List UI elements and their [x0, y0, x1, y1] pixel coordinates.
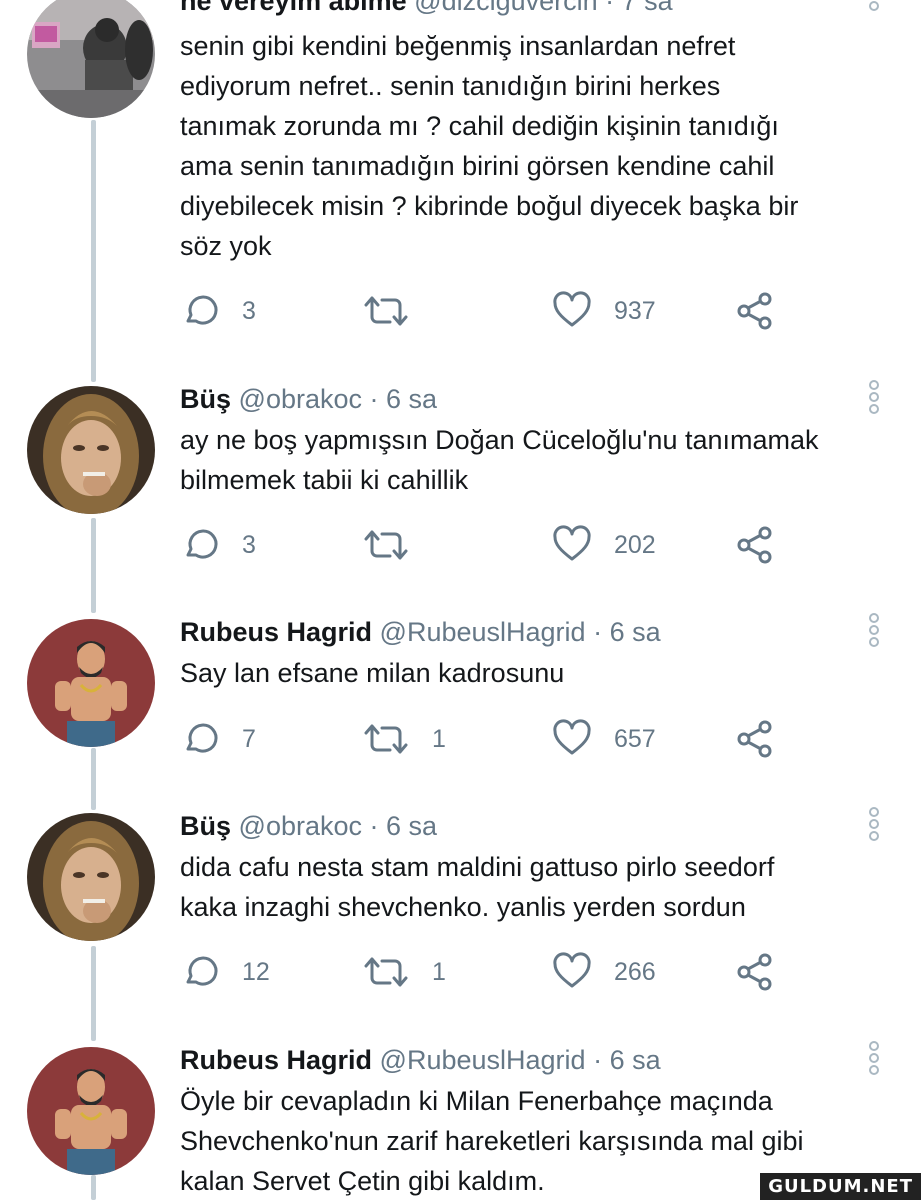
avatar[interactable] — [27, 619, 155, 747]
user-name[interactable]: Rubeus Hagrid — [180, 1045, 372, 1075]
tweet-text-line: diyebilecek misin ? kibrinde boğul diyec… — [180, 191, 799, 221]
reply-button[interactable]: 7 — [180, 715, 256, 763]
avatar[interactable] — [27, 386, 155, 514]
more-options-icon[interactable] — [864, 378, 884, 422]
like-button[interactable]: 202 — [552, 521, 656, 569]
retweet-count: 1 — [432, 724, 446, 753]
more-options-icon[interactable] — [864, 805, 884, 849]
thread-line — [91, 120, 96, 382]
thread-line — [91, 518, 96, 613]
share-button[interactable] — [735, 715, 775, 763]
tweet-actions: 3 937 — [180, 287, 800, 335]
share-button[interactable] — [735, 287, 775, 335]
tweet-text-line: kaka inzaghi shevchenko. yanlis yerden s… — [180, 892, 746, 922]
like-button[interactable]: 937 — [552, 287, 656, 335]
tweet-actions: 7 1 657 — [180, 715, 800, 763]
tweet-text: dida cafu nesta stam maldini gattuso pir… — [180, 847, 895, 927]
watermark-logo: GULDUM.NET — [760, 1173, 921, 1200]
tweet-text-line: tanımak zorunda mı ? cahil dediğin kişin… — [180, 111, 779, 141]
tweet-text-line: bilmemek tabii ki cahillik — [180, 465, 469, 495]
retweet-icon — [364, 530, 408, 560]
retweet-icon — [364, 296, 408, 326]
like-button[interactable]: 657 — [552, 715, 656, 763]
tweet-header: Büş @obrakoc · 6 sa — [180, 809, 437, 843]
share-button[interactable] — [735, 521, 775, 569]
tweet-text-line: ama senin tanımadığın birini görsen kend… — [180, 151, 775, 181]
tweet-actions: 12 1 266 — [180, 948, 800, 996]
tweet-text: senin gibi kendini beğenmiş insanlardan … — [180, 26, 895, 266]
reply-icon — [186, 529, 218, 559]
tweet-text-line: dida cafu nesta stam maldini gattuso pir… — [180, 852, 775, 882]
reply-button[interactable]: 3 — [180, 521, 256, 569]
avatar[interactable] — [27, 0, 155, 118]
reply-icon — [186, 723, 218, 753]
retweet-button[interactable]: 1 — [362, 948, 446, 996]
retweet-button[interactable]: 1 — [362, 715, 446, 763]
tweet-text-line: senin gibi kendini beğenmiş insanlardan … — [180, 31, 736, 61]
tweet-header: Rubeus Hagrid @RubeuslHagrid · 6 sa — [180, 615, 661, 649]
tweet-text-line: ay ne boş yapmışsın Doğan Cüceloğlu'nu t… — [180, 425, 819, 455]
user-handle[interactable]: @dizciguvercin — [414, 0, 597, 16]
avatar[interactable] — [27, 1047, 155, 1175]
reply-button[interactable]: 12 — [180, 948, 270, 996]
reply-icon — [186, 295, 218, 325]
thread-line — [91, 1175, 96, 1200]
share-icon — [737, 953, 772, 991]
like-count: 202 — [614, 530, 656, 559]
heart-icon — [553, 291, 591, 327]
tweet-text: ay ne boş yapmışsın Doğan Cüceloğlu'nu t… — [180, 420, 895, 500]
user-name[interactable]: Büş — [180, 384, 231, 414]
like-count: 266 — [614, 957, 656, 986]
share-icon — [737, 526, 772, 564]
timestamp[interactable]: · 6 sa — [370, 811, 438, 841]
reply-count: 7 — [242, 724, 256, 753]
tweet-text: Say lan efsane milan kadrosunu — [180, 653, 895, 693]
like-count: 937 — [614, 296, 656, 325]
user-handle[interactable]: @RubeuslHagrid — [380, 1045, 586, 1075]
reply-count: 3 — [242, 530, 256, 559]
share-icon — [737, 720, 772, 758]
retweet-button[interactable] — [362, 287, 432, 335]
retweet-icon — [364, 724, 408, 754]
heart-icon — [553, 719, 591, 755]
tweet-text-line: söz yok — [180, 231, 272, 261]
timestamp[interactable]: · 6 sa — [593, 617, 661, 647]
tweet-text-line: Öyle bir cevapladın ki Milan Fenerbahçe … — [180, 1086, 773, 1116]
timestamp[interactable]: · 7 sa — [605, 0, 673, 16]
user-name[interactable]: ne vereyim abime — [180, 0, 407, 16]
retweet-button[interactable] — [362, 521, 432, 569]
share-icon — [737, 292, 772, 330]
user-handle[interactable]: @obrakoc — [239, 811, 362, 841]
share-button[interactable] — [735, 948, 775, 996]
tweet-header: Büş @obrakoc · 6 sa — [180, 382, 437, 416]
more-options-icon[interactable] — [864, 1039, 884, 1083]
user-handle[interactable]: @RubeuslHagrid — [380, 617, 586, 647]
like-button[interactable]: 266 — [552, 948, 656, 996]
tweet-text-line: Say lan efsane milan kadrosunu — [180, 658, 565, 688]
heart-icon — [553, 525, 591, 561]
tweet-header: Rubeus Hagrid @RubeuslHagrid · 6 sa — [180, 1043, 661, 1077]
timestamp[interactable]: · 6 sa — [593, 1045, 661, 1075]
reply-icon — [186, 956, 218, 986]
tweet-header: ne vereyim abime @dizciguvercin · 7 sa — [180, 0, 673, 18]
tweet-text-line: ediyorum nefret.. senin tanıdığın birini… — [180, 71, 721, 101]
tweet-actions: 3 202 — [180, 521, 800, 569]
like-count: 657 — [614, 724, 656, 753]
user-name[interactable]: Rubeus Hagrid — [180, 617, 372, 647]
reply-button[interactable]: 3 — [180, 287, 256, 335]
heart-icon — [553, 952, 591, 988]
timestamp[interactable]: · 6 sa — [370, 384, 438, 414]
retweet-icon — [364, 957, 408, 987]
thread-line — [91, 748, 96, 810]
reply-count: 3 — [242, 296, 256, 325]
avatar[interactable] — [27, 813, 155, 941]
more-options-icon[interactable] — [864, 611, 884, 655]
tweet-text-line: Shevchenko'nun zarif hareketleri karşısı… — [180, 1126, 804, 1156]
thread-line — [91, 946, 96, 1041]
user-name[interactable]: Büş — [180, 811, 231, 841]
reply-count: 12 — [242, 957, 270, 986]
retweet-count: 1 — [432, 957, 446, 986]
user-handle[interactable]: @obrakoc — [239, 384, 362, 414]
